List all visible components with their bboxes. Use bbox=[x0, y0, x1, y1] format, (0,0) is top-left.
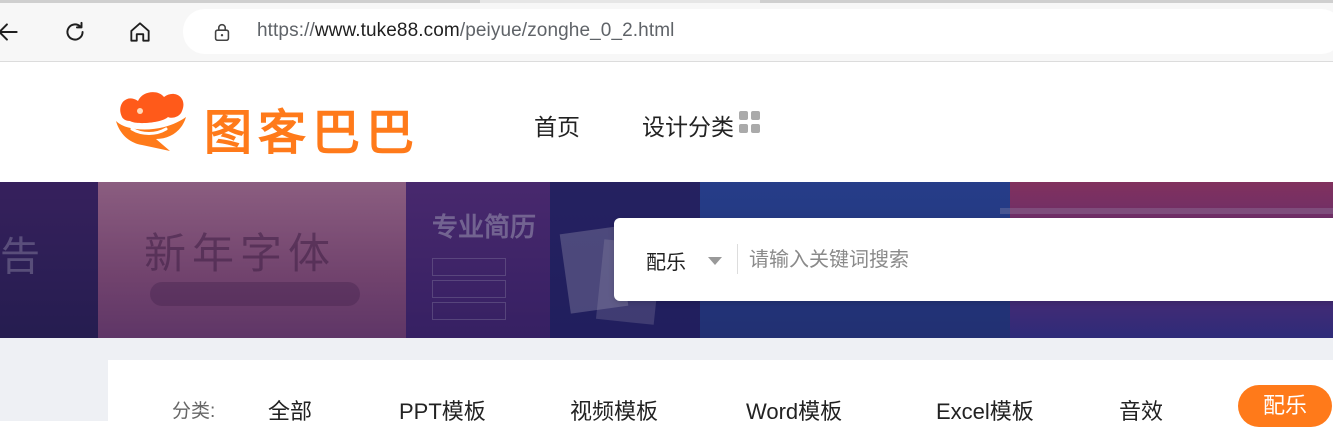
filter-item-excel[interactable]: Excel模板 bbox=[936, 394, 1034, 426]
reload-icon bbox=[66, 21, 84, 41]
filter-item-ppt[interactable]: PPT模板 bbox=[399, 394, 486, 426]
back-button[interactable] bbox=[0, 14, 26, 50]
home-button[interactable] bbox=[122, 14, 158, 50]
nav-home[interactable]: 首页 bbox=[534, 108, 580, 142]
nav-design-categories[interactable]: 设计分类 bbox=[642, 108, 734, 142]
tab-edge bbox=[0, 0, 480, 3]
content-area: 分类: 全部 PPT模板 视频模板 Word模板 Excel模板 音效 配乐 bbox=[0, 338, 1333, 427]
search-input[interactable] bbox=[749, 240, 1309, 280]
address-bar[interactable]: https://www.tuke88.com/peiyue/zonghe_0_2… bbox=[183, 9, 1333, 54]
tab-edge bbox=[760, 0, 1333, 3]
search-category-select[interactable]: 配乐 bbox=[646, 246, 686, 275]
browser-toolbar: https://www.tuke88.com/peiyue/zonghe_0_2… bbox=[0, 0, 1333, 62]
logo-text: 图客巴巴 bbox=[204, 105, 421, 161]
caret-down-icon[interactable] bbox=[708, 257, 722, 265]
grid-icon[interactable] bbox=[739, 111, 761, 133]
search-box: 配乐 bbox=[614, 218, 1333, 301]
filter-item-all[interactable]: 全部 bbox=[268, 394, 312, 426]
filter-item-sound-effects[interactable]: 音效 bbox=[1119, 394, 1163, 426]
url-prefix: https:// bbox=[257, 20, 315, 41]
back-arrow-icon bbox=[0, 23, 18, 41]
url-path: /peiyue/zonghe_0_2.html bbox=[459, 20, 675, 41]
home-icon bbox=[130, 22, 150, 42]
filter-panel: 分类: 全部 PPT模板 视频模板 Word模板 Excel模板 音效 配乐 bbox=[108, 360, 1333, 427]
site-logo[interactable]: 图客巴巴 bbox=[112, 87, 414, 161]
filter-item-video[interactable]: 视频模板 bbox=[570, 394, 658, 426]
url-text[interactable]: https://www.tuke88.com/peiyue/zonghe_0_2… bbox=[257, 20, 674, 42]
lock-icon[interactable] bbox=[211, 21, 233, 43]
url-host: www.tuke88.com bbox=[314, 20, 460, 41]
divider bbox=[737, 244, 738, 274]
tab-strip bbox=[0, 0, 1333, 3]
filter-item-word[interactable]: Word模板 bbox=[746, 394, 842, 426]
filter-label: 分类: bbox=[172, 401, 216, 422]
site-header: 图客巴巴 首页 设计分类 bbox=[0, 62, 1333, 182]
cowboy-hat-icon bbox=[116, 92, 186, 151]
reload-button[interactable] bbox=[57, 14, 93, 50]
